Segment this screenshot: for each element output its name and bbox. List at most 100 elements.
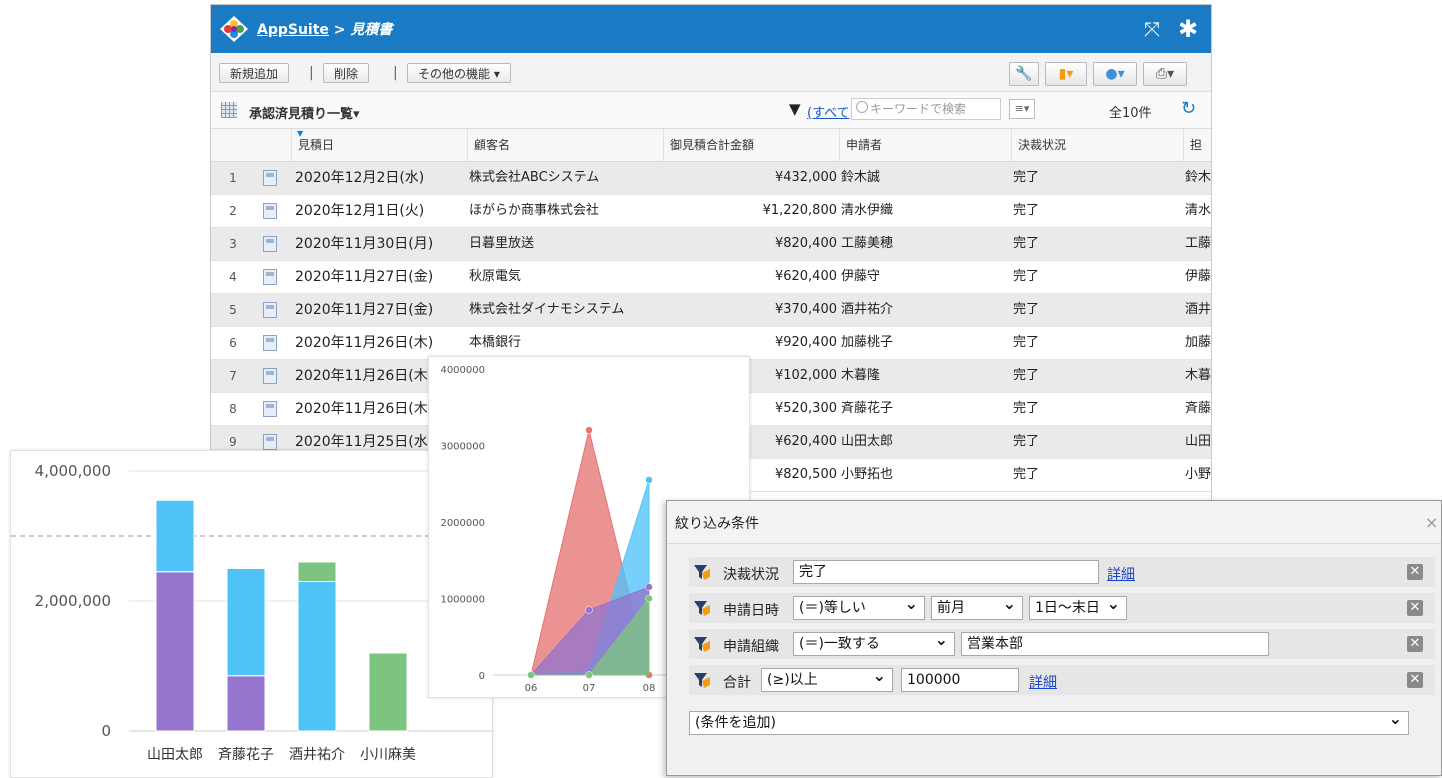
cell-date: 2020年11月26日(木): [295, 335, 434, 351]
filter-total-operator-select[interactable]: (≥)以上: [761, 668, 893, 692]
document-icon[interactable]: [263, 170, 277, 186]
title-bar: AppSuite > 見積書 ⤧ ✱: [211, 5, 1211, 53]
document-icon[interactable]: [263, 269, 277, 285]
cell-applicant: 鈴木誠: [841, 170, 881, 185]
filter-label: 合計: [723, 675, 751, 691]
data-point[interactable]: [645, 476, 653, 484]
filter-status-value-input[interactable]: 完了: [793, 560, 1099, 584]
bar-segment[interactable]: [226, 568, 266, 677]
document-icon[interactable]: [263, 302, 277, 318]
col-header-pic[interactable]: 担当: [1183, 129, 1211, 184]
data-point[interactable]: [585, 426, 593, 434]
filter-icon[interactable]: ▼: [789, 100, 801, 118]
cell-status: 完了: [1013, 203, 1040, 218]
filter-total-value-input[interactable]: 100000: [901, 668, 1019, 692]
data-point[interactable]: [585, 671, 593, 679]
view-selector[interactable]: 承認済見積り一覧▾: [249, 103, 360, 122]
bar-segment[interactable]: [297, 561, 337, 582]
cell-amount: ¥820,400: [774, 236, 837, 251]
data-point[interactable]: [585, 606, 593, 614]
data-point[interactable]: [645, 594, 653, 603]
cell-pic: 鈴木: [1185, 170, 1211, 185]
gear-icon[interactable]: ✱: [1173, 14, 1203, 44]
document-icon[interactable]: [263, 368, 277, 384]
delete-button[interactable]: 削除: [323, 63, 370, 83]
cell-applicant: 清水伊織: [841, 203, 894, 218]
bar-segment[interactable]: [155, 499, 195, 573]
table-row[interactable]: 3 2020年11月30日(月) 日暮里放送 ¥820,400 工藤美穂 完了 工藤: [211, 228, 1211, 261]
document-icon[interactable]: [263, 236, 277, 252]
filter-label: 申請日時: [723, 603, 779, 619]
bar-segment[interactable]: [297, 581, 337, 732]
table-row[interactable]: 2 2020年12月1日(火) ほがらか商事株式会社 ¥1,220,800 清水伊織 完了…: [211, 195, 1211, 228]
chart-pie-icon[interactable]: ●▾: [1093, 62, 1137, 86]
col-header-amount[interactable]: 御見積合計金額: [663, 129, 839, 161]
new-button[interactable]: 新規追加: [219, 63, 290, 83]
document-icon[interactable]: [263, 203, 277, 219]
funnel-icon: [694, 673, 710, 688]
filter-detail-link[interactable]: 詳細: [1107, 564, 1135, 584]
y-tick-label: 4,000,000: [35, 462, 111, 480]
cell-customer: 本橋銀行: [469, 335, 522, 350]
cell-pic: 伊藤: [1185, 269, 1211, 284]
data-point[interactable]: [645, 583, 653, 591]
col-header-date[interactable]: 見積日: [291, 129, 467, 161]
cell-status: 完了: [1013, 368, 1040, 383]
bar-segment[interactable]: [226, 675, 266, 732]
wrench-icon[interactable]: 🔧: [1009, 62, 1039, 86]
cell-date: 2020年11月27日(金): [295, 302, 434, 318]
bookmark-icon[interactable]: ▮▾: [1045, 62, 1087, 86]
close-icon[interactable]: ×: [1425, 513, 1438, 532]
document-icon[interactable]: [263, 434, 277, 450]
filter-date-period-select[interactable]: 前月: [931, 596, 1023, 620]
search-input[interactable]: キーワードで検索: [851, 98, 1001, 120]
cell-customer: ほがらか商事株式会社: [469, 203, 600, 218]
toolbar-separator: |: [309, 65, 314, 81]
remove-condition-icon[interactable]: ✕: [1407, 564, 1423, 580]
cell-pic: 斉藤: [1185, 401, 1211, 416]
filter-date-range-select[interactable]: 1日～末日: [1029, 596, 1127, 620]
remove-condition-icon[interactable]: ✕: [1407, 600, 1423, 616]
expand-icon[interactable]: ⤧: [1137, 14, 1167, 44]
table-row[interactable]: 4 2020年11月27日(金) 秋原電気 ¥620,400 伊藤守 完了 伊藤: [211, 261, 1211, 294]
breadcrumb-separator: >: [328, 22, 351, 38]
add-condition-select[interactable]: (条件を追加): [689, 711, 1409, 735]
document-icon[interactable]: [263, 401, 277, 417]
col-header-status[interactable]: 決裁状況: [1011, 129, 1183, 161]
filter-date-operator-select[interactable]: (＝)等しい: [793, 596, 925, 620]
filter-detail-link[interactable]: 詳細: [1029, 672, 1057, 692]
remove-condition-icon[interactable]: ✕: [1407, 672, 1423, 688]
y-tick-label: 2000000: [440, 518, 485, 529]
list-options-icon[interactable]: ≡▾: [1009, 99, 1035, 119]
filter-org-value-input[interactable]: 営業本部: [961, 632, 1269, 656]
row-number: 4: [229, 270, 237, 284]
refresh-icon[interactable]: ↻: [1181, 98, 1196, 119]
data-point[interactable]: [527, 671, 535, 679]
bar-segment[interactable]: [155, 571, 195, 732]
y-tick-label: 4000000: [440, 365, 485, 376]
col-header-customer[interactable]: 顧客名: [467, 129, 663, 161]
cell-pic: 加藤: [1185, 335, 1211, 350]
print-icon[interactable]: ⎙▾: [1143, 62, 1187, 86]
cell-status: 完了: [1013, 335, 1040, 350]
y-tick-label: 0: [101, 722, 111, 740]
bar-segment[interactable]: [368, 652, 408, 732]
filter-dialog-title: 紋り込み条件: [675, 516, 759, 532]
page-title: 見積書: [350, 22, 393, 38]
cell-status: 完了: [1013, 467, 1040, 482]
filter-all-link[interactable]: (すべて): [807, 102, 855, 121]
table-row[interactable]: 5 2020年11月27日(金) 株式会社ダイナモシステム ¥370,400 酒井祐介 完…: [211, 294, 1211, 327]
cell-status: 完了: [1013, 269, 1040, 284]
cell-date: 2020年12月2日(水): [295, 170, 425, 186]
cell-customer: 秋原電気: [469, 269, 522, 284]
remove-condition-icon[interactable]: ✕: [1407, 636, 1423, 652]
y-tick-label: 0: [479, 671, 485, 682]
table-row[interactable]: 1 2020年12月2日(水) 株式会社ABCシステム ¥432,000 鈴木誠 完了 鈴木: [211, 162, 1211, 195]
filter-org-operator-select[interactable]: (＝)一致する: [793, 632, 955, 656]
breadcrumb-appsuite-link[interactable]: AppSuite: [257, 22, 329, 38]
more-functions-button[interactable]: その他の機能 ▾: [407, 63, 511, 83]
document-icon[interactable]: [263, 335, 277, 351]
cell-applicant: 工藤美穂: [841, 236, 894, 251]
col-header-applicant[interactable]: 申請者: [839, 129, 1011, 161]
filter-dialog: 紋り込み条件 × 決裁状況 完了 詳細 ✕ 申請日時 (＝)等しい 前月 1日～…: [666, 500, 1442, 776]
